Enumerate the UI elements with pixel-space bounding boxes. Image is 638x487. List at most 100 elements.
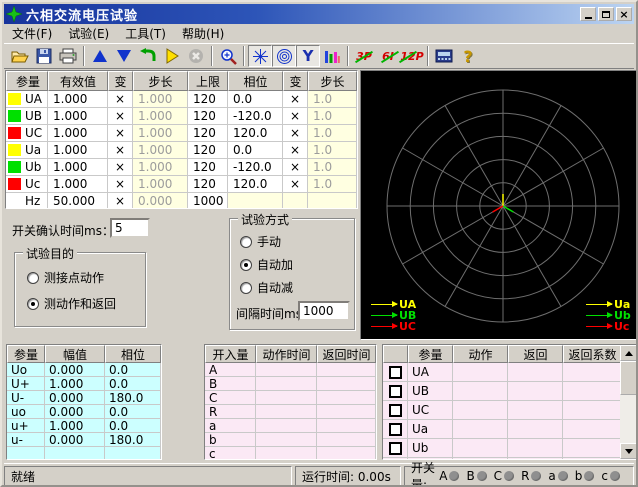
step-cell[interactable] xyxy=(308,193,357,209)
menu-file[interactable]: 文件(F) xyxy=(4,23,60,44)
limit-cell[interactable]: 120 xyxy=(188,125,228,142)
vary-toggle[interactable]: × xyxy=(108,193,133,209)
rms-cell[interactable]: 1.000 xyxy=(48,176,108,193)
limit-cell[interactable]: 120 xyxy=(188,159,228,176)
step-cell[interactable]: 1.000 xyxy=(133,91,188,108)
limit-cell[interactable]: 120 xyxy=(188,142,228,159)
vary-toggle[interactable]: × xyxy=(108,142,133,159)
select-checkbox[interactable] xyxy=(389,385,402,398)
vary-toggle[interactable]: × xyxy=(283,176,308,193)
help-button[interactable]: ? xyxy=(456,45,480,67)
rms-cell[interactable]: 1.000 xyxy=(48,142,108,159)
rms-cell[interactable]: 1.000 xyxy=(48,91,108,108)
minimize-button[interactable] xyxy=(580,7,596,21)
vary-toggle[interactable]: × xyxy=(108,125,133,142)
param-name-cell: Ub xyxy=(6,159,48,176)
vary-toggle[interactable]: × xyxy=(108,91,133,108)
color-swatch xyxy=(8,195,21,207)
scrollbar-thumb[interactable] xyxy=(620,361,637,395)
phase-cell[interactable]: -120.0 xyxy=(228,159,283,176)
table-row: U- 0.000 180.0 xyxy=(7,391,161,405)
phase-cell[interactable]: 120.0 xyxy=(228,176,283,193)
select-checkbox[interactable] xyxy=(389,404,402,417)
step-cell[interactable]: 1.000 xyxy=(133,176,188,193)
step-cell[interactable]: 1.0 xyxy=(308,176,357,193)
table-row: UC xyxy=(383,401,637,420)
bar-view-button[interactable] xyxy=(320,45,344,67)
radio-icon xyxy=(240,282,252,294)
legend-label: Uc xyxy=(614,320,629,333)
mode-3p-button[interactable]: 3P xyxy=(352,45,376,67)
reset-button[interactable] xyxy=(136,45,160,67)
phase-cell[interactable]: 120.0 xyxy=(228,125,283,142)
vary-toggle[interactable]: × xyxy=(108,176,133,193)
phase-cell[interactable]: -120.0 xyxy=(228,108,283,125)
vary-toggle[interactable]: × xyxy=(283,159,308,176)
step-cell[interactable]: 0.000 xyxy=(133,193,188,209)
radio-auto-increase[interactable]: 自动加 xyxy=(240,256,293,273)
vary-toggle[interactable] xyxy=(283,193,308,209)
select-checkbox[interactable] xyxy=(389,366,402,379)
menu-help[interactable]: 帮助(H) xyxy=(174,23,232,44)
step-cell[interactable]: 1.000 xyxy=(133,125,188,142)
concentric-view-button[interactable] xyxy=(272,45,296,67)
phase-cell[interactable]: 0.0 xyxy=(228,142,283,159)
scroll-up-button[interactable] xyxy=(620,345,637,361)
radio-action-and-return[interactable]: 测动作和返回 xyxy=(27,295,116,312)
switch-confirm-input[interactable] xyxy=(110,218,150,238)
param-name-cell: Ua xyxy=(6,142,48,159)
vary-toggle[interactable]: × xyxy=(108,108,133,125)
menu-tools[interactable]: 工具(T) xyxy=(117,23,174,44)
vector-view-button[interactable]: Y xyxy=(296,45,320,67)
step-cell[interactable]: 1.000 xyxy=(133,159,188,176)
vary-toggle[interactable]: × xyxy=(283,91,308,108)
menu-test[interactable]: 试验(E) xyxy=(60,23,117,44)
rms-cell[interactable]: 1.000 xyxy=(48,108,108,125)
scroll-down-button[interactable] xyxy=(620,443,637,459)
limit-cell[interactable]: 120 xyxy=(188,176,228,193)
open-button[interactable] xyxy=(8,45,32,67)
rms-cell[interactable]: 1.000 xyxy=(48,125,108,142)
radio-contact-action[interactable]: 测接点动作 xyxy=(27,269,104,286)
select-checkbox[interactable] xyxy=(389,442,402,455)
limit-cell[interactable]: 120 xyxy=(188,108,228,125)
vary-toggle[interactable]: × xyxy=(283,142,308,159)
table-row: UA 1.000 × 1.000 120 0.0 × 1.0 xyxy=(6,91,357,108)
return-cell xyxy=(508,420,563,439)
vary-toggle[interactable]: × xyxy=(283,108,308,125)
lower-value-button[interactable] xyxy=(112,45,136,67)
rms-cell[interactable]: 50.000 xyxy=(48,193,108,209)
step-cell[interactable]: 1.0 xyxy=(308,125,357,142)
mode-12p-button[interactable]: 12P xyxy=(400,45,424,67)
start-test-button[interactable] xyxy=(160,45,184,67)
limit-cell[interactable]: 1000 xyxy=(188,193,228,209)
step-cell[interactable]: 1.0 xyxy=(308,108,357,125)
step-cell[interactable]: 1.000 xyxy=(133,142,188,159)
vary-toggle[interactable]: × xyxy=(108,159,133,176)
step-cell[interactable]: 1.0 xyxy=(308,142,357,159)
maximize-button[interactable] xyxy=(598,7,614,21)
limit-cell[interactable]: 120 xyxy=(188,91,228,108)
radio-manual[interactable]: 手动 xyxy=(240,233,281,250)
raise-value-button[interactable] xyxy=(88,45,112,67)
ub-arrow-icon xyxy=(586,315,612,316)
save-button[interactable] xyxy=(32,45,56,67)
print-button[interactable] xyxy=(56,45,80,67)
phase-cell[interactable]: 0.0 xyxy=(228,91,283,108)
result-table-header: 参量 动作 返回 返回系数 xyxy=(383,345,637,363)
starburst-view-button[interactable] xyxy=(248,45,272,67)
interval-input[interactable] xyxy=(298,301,350,321)
zoom-button[interactable] xyxy=(216,45,240,67)
radio-auto-decrease[interactable]: 自动减 xyxy=(240,279,293,296)
rms-cell[interactable]: 1.000 xyxy=(48,159,108,176)
select-checkbox[interactable] xyxy=(389,423,402,436)
step-cell[interactable]: 1.000 xyxy=(133,108,188,125)
phase-cell[interactable] xyxy=(228,193,283,209)
device-panel-button[interactable] xyxy=(432,45,456,67)
mode-6i-button[interactable]: 6I xyxy=(376,45,400,67)
step-cell[interactable]: 1.0 xyxy=(308,91,357,108)
step-cell[interactable]: 1.0 xyxy=(308,159,357,176)
close-button[interactable]: × xyxy=(616,7,632,21)
vary-toggle[interactable]: × xyxy=(283,125,308,142)
vertical-scrollbar[interactable] xyxy=(620,345,637,459)
